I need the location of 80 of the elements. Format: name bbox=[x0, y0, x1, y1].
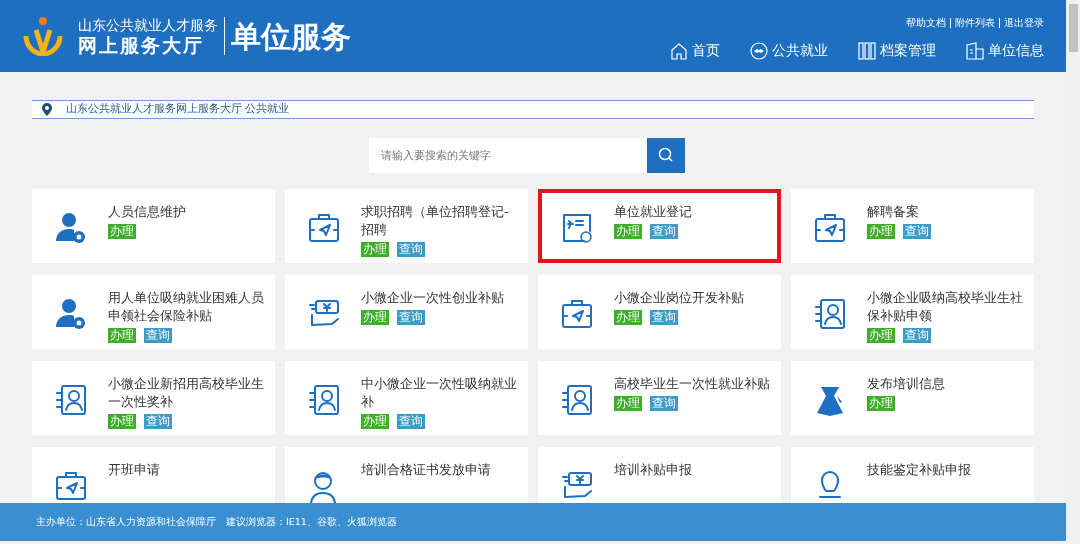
service-card[interactable]: 高校毕业生一次性就业补贴 办理 查询 bbox=[538, 360, 781, 435]
logo-subtitle: 山东公共就业人才服务 bbox=[78, 16, 218, 34]
service-title: 发布培训信息 bbox=[867, 374, 946, 393]
header-link[interactable]: 帮助文档 bbox=[906, 15, 946, 30]
contact-card-icon bbox=[813, 296, 847, 331]
service-card[interactable]: 单位就业登记 办理 查询 bbox=[538, 188, 781, 263]
handle-button[interactable]: 办理 bbox=[108, 413, 136, 429]
handle-button[interactable]: 办理 bbox=[867, 327, 895, 343]
query-button[interactable]: 查询 bbox=[144, 327, 172, 343]
handle-button[interactable]: 办理 bbox=[108, 223, 136, 239]
contact-card-icon bbox=[307, 382, 341, 417]
search-icon bbox=[658, 147, 674, 163]
service-title: 求职招聘（单位招聘登记-招聘 bbox=[361, 202, 510, 239]
query-button[interactable]: 查询 bbox=[903, 327, 931, 343]
service-card[interactable]: 求职招聘（单位招聘登记-招聘 办理 查询 bbox=[285, 188, 528, 263]
query-button[interactable]: 查询 bbox=[397, 241, 425, 257]
handle-button[interactable]: 办理 bbox=[614, 223, 642, 239]
query-button[interactable]: 查询 bbox=[650, 395, 678, 411]
person-wrench-icon bbox=[54, 210, 88, 245]
handshake-icon bbox=[750, 41, 768, 60]
nav-item[interactable]: 档案管理 bbox=[858, 40, 936, 61]
service-card[interactable]: 人员信息维护 办理 bbox=[32, 188, 275, 263]
section-title: 单位服务 bbox=[231, 17, 351, 56]
service-card[interactable]: 解聘备案 办理 查询 bbox=[791, 188, 1034, 263]
service-title: 小微企业新招用高校毕业生一次性奖补 bbox=[108, 374, 265, 411]
service-card[interactable]: 小微企业岗位开发补贴 办理 查询 bbox=[538, 274, 781, 349]
service-title: 中小微企业一次性吸纳就业补 bbox=[361, 374, 518, 411]
query-button[interactable]: 查询 bbox=[144, 413, 172, 429]
service-title: 培训合格证书发放申请 bbox=[361, 460, 492, 479]
header-link[interactable]: 附件列表 bbox=[955, 15, 995, 30]
nav-item[interactable]: 单位信息 bbox=[966, 40, 1044, 61]
query-button[interactable]: 查询 bbox=[903, 223, 931, 239]
service-title: 小微企业一次性创业补贴 bbox=[361, 288, 505, 307]
bookshelf-icon bbox=[858, 41, 876, 60]
query-button[interactable]: 查询 bbox=[650, 223, 678, 239]
handle-button[interactable]: 办理 bbox=[361, 413, 389, 429]
service-title: 技能鉴定补贴申报 bbox=[867, 460, 972, 479]
footer-browsers: 建议浏览器：IE11、谷歌、火狐浏览器 bbox=[226, 514, 397, 529]
home-icon bbox=[670, 41, 688, 60]
contact-card-icon bbox=[560, 382, 594, 417]
handle-button[interactable]: 办理 bbox=[614, 395, 642, 411]
breadcrumb-text: 山东公共就业人才服务网上服务大厅 公共就业 bbox=[66, 101, 290, 117]
service-card[interactable]: 用人单位吸纳就业困难人员申领社会保险补贴 办理 查询 bbox=[32, 274, 275, 349]
service-card[interactable]: 开班申请 bbox=[32, 446, 275, 503]
service-title: 解聘备案 bbox=[867, 202, 920, 221]
handle-button[interactable]: 办理 bbox=[867, 395, 895, 411]
service-card[interactable]: 培训补贴申报 bbox=[538, 446, 781, 503]
nav-item[interactable]: 公共就业 bbox=[750, 40, 828, 61]
service-title: 单位就业登记 bbox=[614, 202, 693, 221]
logo-title: 网上服务大厅 bbox=[78, 33, 205, 56]
service-card[interactable]: 小微企业一次性创业补贴 办理 查询 bbox=[285, 274, 528, 349]
service-card[interactable]: 小微企业新招用高校毕业生一次性奖补 办理 查询 bbox=[32, 360, 275, 435]
handle-button[interactable]: 办理 bbox=[108, 327, 136, 343]
service-title: 人员信息维护 bbox=[108, 202, 187, 221]
service-title: 小微企业岗位开发补贴 bbox=[614, 288, 745, 307]
handle-button[interactable]: 办理 bbox=[361, 241, 389, 257]
handle-button[interactable]: 办理 bbox=[361, 309, 389, 325]
building-icon bbox=[966, 41, 984, 60]
footer-organizer: 主办单位：山东省人力资源和社会保障厅 bbox=[36, 514, 216, 529]
handle-button[interactable]: 办理 bbox=[867, 223, 895, 239]
service-title: 小微企业吸纳高校毕业生社保补贴申领 bbox=[867, 288, 1024, 325]
search-button[interactable] bbox=[647, 137, 685, 173]
service-card[interactable]: 小微企业吸纳高校毕业生社保补贴申领 办理 查询 bbox=[791, 274, 1034, 349]
query-button[interactable]: 查询 bbox=[650, 309, 678, 325]
contact-card-icon bbox=[54, 382, 88, 417]
query-button[interactable]: 查询 bbox=[397, 309, 425, 325]
header-link[interactable]: 退出登录 bbox=[1004, 15, 1044, 30]
service-card[interactable]: 技能鉴定补贴申报 bbox=[791, 446, 1034, 503]
service-title: 高校毕业生一次性就业补贴 bbox=[614, 374, 771, 393]
service-card[interactable]: 中小微企业一次性吸纳就业补 办理 查询 bbox=[285, 360, 528, 435]
service-card[interactable]: 发布培训信息 办理 bbox=[791, 360, 1034, 435]
search-field[interactable]: 请输入要搜索的关键字 bbox=[369, 137, 647, 173]
service-title: 开班申请 bbox=[108, 460, 161, 479]
service-card[interactable]: 培训合格证书发放申请 bbox=[285, 446, 528, 503]
handle-button[interactable]: 办理 bbox=[614, 309, 642, 325]
query-button[interactable]: 查询 bbox=[397, 413, 425, 429]
person-wrench-icon bbox=[54, 296, 88, 331]
nav-item[interactable]: 首页 bbox=[670, 40, 720, 61]
service-title: 培训补贴申报 bbox=[614, 460, 693, 479]
service-title: 用人单位吸纳就业困难人员申领社会保险补贴 bbox=[108, 288, 265, 325]
